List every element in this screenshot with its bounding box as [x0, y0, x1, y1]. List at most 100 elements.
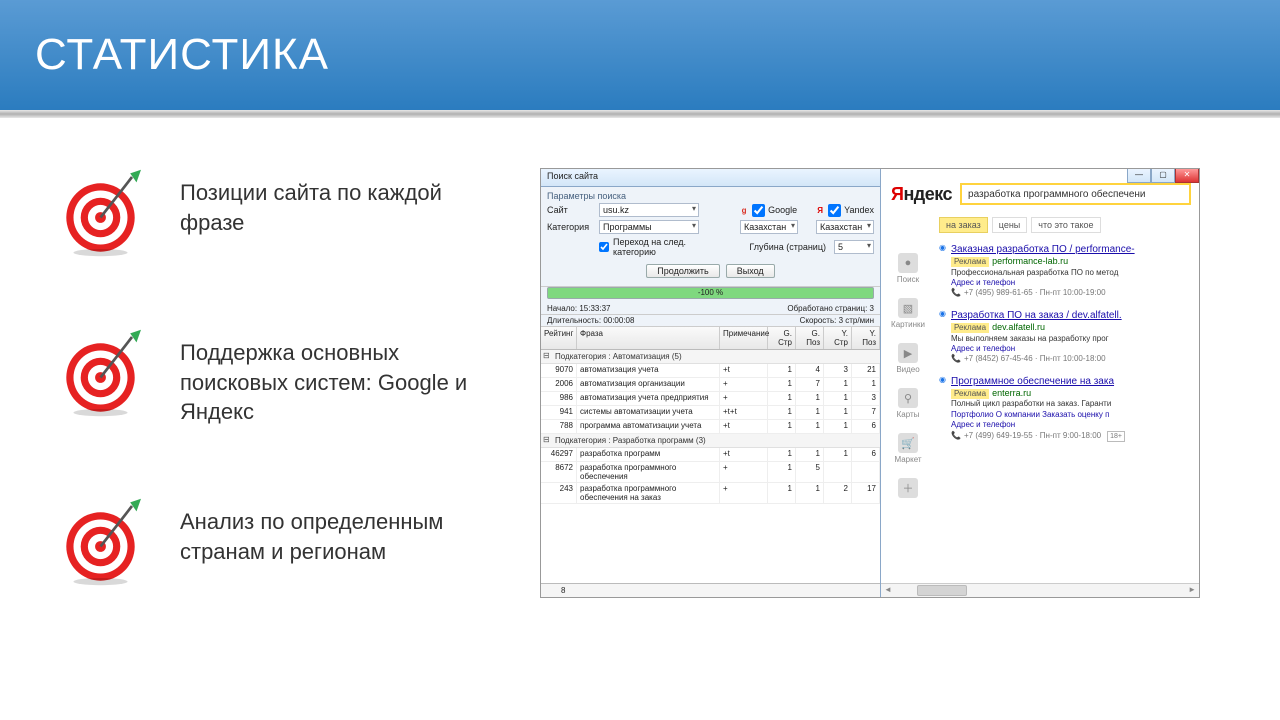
grid-header: Рейтинг Фраза Примечание G. Стр G. Поз Y… [541, 327, 880, 350]
google-region-select[interactable]: Казахстан [740, 220, 798, 234]
yandex-engine: Я Yandex [815, 204, 874, 217]
divider [0, 110, 1280, 118]
result-sitelinks[interactable]: Адрес и телефон [951, 278, 1199, 288]
category-label: Категория [547, 222, 595, 232]
depth-label: Глубина (страниц) [749, 242, 826, 252]
slide-header: СТАТИСТИКА [0, 0, 1280, 110]
nav-icon: ● [898, 253, 918, 273]
serp-nav-item[interactable]: ＋ [898, 478, 918, 500]
nav-icon: ⚲ [898, 388, 918, 408]
ad-badge: Реклама [951, 323, 989, 333]
progress-bar: -100 % [547, 287, 874, 299]
table-row[interactable]: 788программа автоматизации учета+t1116 [541, 420, 880, 434]
exit-button[interactable]: Выход [726, 264, 775, 278]
result-phone: +7 (8452) 67-45-46 · Пн-пт 10:00-18:00 [951, 354, 1199, 364]
serp-nav-item[interactable]: 🛒Маркет [894, 433, 921, 464]
ad-badge: Реклама [951, 389, 989, 399]
scrollbar-thumb[interactable] [917, 585, 967, 596]
table-row[interactable]: 941системы автоматизации учета+t+t1117 [541, 406, 880, 420]
target-icon [60, 497, 150, 587]
params-title: Параметры поиска [547, 191, 874, 201]
result-phone: +7 (499) 649-19-55 · Пн-пт 9:00-18:0018+ [951, 431, 1199, 442]
serp-nav-item[interactable]: ▧Картинки [891, 298, 925, 329]
serp-pane: — ▢ ✕ Яндекс разработка программного обе… [881, 169, 1199, 597]
result-domain: enterra.ru [992, 388, 1031, 398]
result-title-link[interactable]: Разработка ПО на заказ / dev.alfatell. [951, 310, 1122, 321]
result-phone: +7 (495) 989-61-65 · Пн-пт 10:00-19:00 [951, 288, 1199, 298]
serp-results: на заказценычто это такое Заказная разра… [935, 213, 1199, 583]
bullet-text: Анализ по определенным странам и региона… [180, 497, 500, 566]
app-screenshot: Поиск сайта Параметры поиска Сайт usu.kz… [540, 168, 1200, 598]
maximize-button[interactable]: ▢ [1151, 169, 1175, 183]
result-domain: performance-lab.ru [992, 256, 1068, 266]
continue-button[interactable]: Продолжить [646, 264, 719, 278]
yandex-icon: Я [815, 205, 825, 215]
result-sitelinks[interactable]: Адрес и телефон [951, 420, 1199, 430]
yandex-logo: Яндекс [891, 184, 952, 205]
bullet-item: Поддержка основных поисковых систем: Goo… [60, 328, 500, 427]
site-label: Сайт [547, 205, 595, 215]
ad-badge: Реклама [951, 257, 989, 267]
suggestion-tag[interactable]: цены [992, 217, 1028, 233]
status-duration: Длительность: 00:00:08 Скорость: 3 стр/м… [541, 315, 880, 327]
table-row[interactable]: 9070автоматизация учета+t14321 [541, 364, 880, 378]
result-sitelinks[interactable]: Адрес и телефон [951, 344, 1199, 354]
google-checkbox[interactable] [752, 204, 765, 217]
table-row[interactable]: 986автоматизация учета предприятия+1113 [541, 392, 880, 406]
yandex-checkbox[interactable] [828, 204, 841, 217]
results-grid: Рейтинг Фраза Примечание G. Стр G. Поз Y… [541, 327, 880, 583]
close-button[interactable]: ✕ [1175, 169, 1199, 183]
horizontal-scrollbar[interactable] [881, 583, 1199, 597]
grid-group-header[interactable]: Подкатегория : Разработка программ (3) [541, 434, 880, 448]
nav-icon: ＋ [898, 478, 918, 498]
search-result: Заказная разработка ПО / performance- Рек… [939, 243, 1199, 299]
suggestion-tag[interactable]: что это такое [1031, 217, 1100, 233]
serp-nav-item[interactable]: ▶Видео [896, 343, 919, 374]
table-row[interactable]: 2006автоматизация организации+1711 [541, 378, 880, 392]
suggestion-tags: на заказценычто это такое [939, 217, 1199, 233]
next-category-checkbox[interactable] [599, 242, 609, 252]
bullet-text: Поддержка основных поисковых систем: Goo… [180, 328, 500, 427]
target-icon [60, 168, 150, 258]
nav-icon: ▧ [898, 298, 918, 318]
window-titlebar: Поиск сайта [541, 169, 880, 187]
slide-title: СТАТИСТИКА [35, 30, 329, 80]
slide-content: Позиции сайта по каждой фразе Поддержка … [0, 118, 1280, 657]
table-row[interactable]: 243разработка программного обеспечения н… [541, 483, 880, 504]
google-engine: g Google [739, 204, 797, 217]
age-badge: 18+ [1107, 431, 1125, 442]
search-input[interactable]: разработка программного обеспечени [960, 183, 1191, 205]
suggestion-tag[interactable]: на заказ [939, 217, 988, 233]
search-params-panel: Параметры поиска Сайт usu.kz g Google Я … [541, 187, 880, 287]
bullet-item: Позиции сайта по каждой фразе [60, 168, 500, 258]
site-input[interactable]: usu.kz [599, 203, 699, 217]
bullet-item: Анализ по определенным странам и региона… [60, 497, 500, 587]
minimize-button[interactable]: — [1127, 169, 1151, 183]
grid-footer: 8 [541, 583, 880, 597]
serp-nav-item[interactable]: ●Поиск [897, 253, 919, 284]
search-result: Разработка ПО на заказ / dev.alfatell. Ре… [939, 309, 1199, 365]
serp-nav: ●Поиск ▧Картинки ▶Видео ⚲Карты 🛒Маркет ＋ [881, 213, 935, 583]
result-title-link[interactable]: Программное обеспечение на зака [951, 376, 1114, 387]
table-row[interactable]: 8672разработка программного обеспечения+… [541, 462, 880, 483]
result-title-link[interactable]: Заказная разработка ПО / performance- [951, 244, 1135, 255]
next-category-label: Переход на след. категорию [613, 237, 729, 257]
app-left-pane: Поиск сайта Параметры поиска Сайт usu.kz… [541, 169, 881, 597]
search-result: Программное обеспечение на зака Рекламаen… [939, 375, 1199, 442]
bullet-column: Позиции сайта по каждой фразе Поддержка … [60, 168, 500, 657]
result-snippet: Профессиональная разработка ПО по метод [951, 268, 1199, 278]
grid-group-header[interactable]: Подкатегория : Автоматизация (5) [541, 350, 880, 364]
category-select[interactable]: Программы [599, 220, 699, 234]
result-sitelinks[interactable]: Портфолио О компании Заказать оценку п [951, 410, 1199, 420]
window-controls: — ▢ ✕ [1127, 169, 1199, 183]
result-snippet: Полный цикл разработки на заказ. Гаранти [951, 399, 1199, 409]
table-row[interactable]: 46297разработка программ+t1116 [541, 448, 880, 462]
bullet-text: Позиции сайта по каждой фразе [180, 168, 500, 237]
nav-icon: ▶ [898, 343, 918, 363]
depth-select[interactable]: 5 [834, 240, 874, 254]
target-icon [60, 328, 150, 418]
serp-nav-item[interactable]: ⚲Карты [897, 388, 920, 419]
result-domain: dev.alfatell.ru [992, 322, 1045, 332]
yandex-region-select[interactable]: Казахстан [816, 220, 874, 234]
result-snippet: Мы выполняем заказы на разработку прог [951, 334, 1199, 344]
